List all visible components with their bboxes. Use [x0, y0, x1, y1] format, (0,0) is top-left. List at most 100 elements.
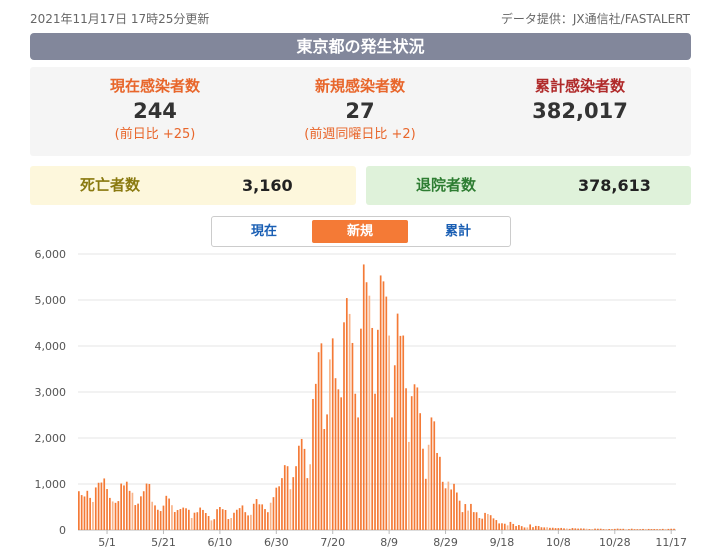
bar — [594, 528, 596, 530]
bar — [495, 520, 498, 530]
bar — [165, 495, 168, 530]
bar — [134, 505, 137, 530]
data-source: データ提供：JX通信社/FASTALERT — [500, 12, 690, 26]
bar — [86, 490, 89, 530]
bar — [385, 296, 388, 530]
y-tick-label: 0 — [59, 524, 66, 537]
bar — [78, 491, 80, 530]
bar — [673, 528, 675, 530]
bar — [137, 503, 139, 530]
bar — [439, 456, 441, 530]
bar — [532, 527, 534, 530]
bar — [303, 448, 306, 530]
bar — [599, 528, 602, 530]
bar — [633, 529, 636, 530]
bar — [244, 512, 247, 530]
x-tick-label: 5/21 — [151, 536, 176, 549]
bar — [478, 518, 481, 530]
bar — [424, 478, 427, 530]
bar — [557, 528, 560, 530]
bar — [512, 523, 515, 530]
bar — [100, 482, 103, 530]
bar — [111, 501, 114, 530]
bar — [230, 518, 233, 530]
bar — [577, 528, 579, 530]
y-tick-label: 5,000 — [35, 294, 67, 307]
bar — [455, 492, 458, 530]
bar — [427, 444, 430, 530]
bar — [591, 529, 594, 530]
bar — [233, 512, 235, 530]
bar — [281, 478, 283, 530]
bar — [185, 508, 187, 530]
bar — [264, 509, 266, 530]
bar — [83, 496, 86, 530]
bar — [453, 483, 455, 530]
bar — [360, 328, 362, 530]
bar — [622, 528, 625, 530]
bar — [145, 483, 148, 530]
bar — [255, 499, 258, 530]
last-updated: 2021年11月17日 17時25分更新 — [30, 12, 210, 26]
bar — [182, 507, 185, 530]
bar — [295, 466, 297, 530]
bar — [551, 527, 554, 530]
bar — [492, 518, 495, 530]
bar — [247, 515, 249, 530]
bar — [410, 396, 413, 530]
recovered-label: 退院者数 — [416, 176, 477, 194]
bar — [275, 487, 278, 530]
bar — [661, 528, 664, 530]
bar — [114, 502, 117, 530]
deaths-value: 3,160 — [242, 176, 293, 195]
x-tick-label: 9/18 — [490, 536, 515, 549]
new-cases-label: 新規感染者数 — [314, 77, 405, 95]
bar — [540, 527, 543, 530]
new-cases-bar-chart: 0 1,000 2,000 3,000 4,000 5,000 6,000 5/1 5/21 6/… — [35, 248, 688, 549]
bar — [523, 527, 526, 530]
bar — [534, 525, 537, 530]
bar — [636, 529, 639, 530]
current-cases-label: 現在感染者数 — [109, 77, 200, 95]
bar — [202, 509, 204, 530]
bar — [537, 526, 540, 530]
bar — [354, 393, 357, 530]
bar — [391, 417, 393, 530]
stats-panel: 現在感染者数 244 (前日比 +25) 新規感染者数 27 (前週同曜日比 +… — [30, 67, 691, 156]
bar — [554, 528, 557, 530]
bar — [628, 529, 630, 530]
bar — [128, 490, 131, 530]
bar — [156, 509, 159, 530]
bar — [664, 529, 667, 530]
bar — [92, 501, 94, 530]
bar — [131, 492, 134, 530]
bar — [329, 359, 331, 530]
bar — [337, 389, 340, 530]
bar — [235, 509, 238, 530]
bar — [151, 501, 154, 530]
current-cases-diff: (前日比 +25) — [114, 127, 196, 142]
bar — [475, 512, 478, 530]
bar — [393, 365, 396, 530]
bar — [123, 485, 125, 530]
bar — [331, 338, 334, 530]
bar — [656, 529, 658, 530]
x-tick-label: 7/20 — [320, 536, 345, 549]
bar — [207, 516, 210, 530]
y-tick-label: 2,000 — [35, 432, 67, 445]
bar — [416, 387, 419, 530]
bar — [464, 504, 467, 530]
x-tick-label: 6/30 — [264, 536, 289, 549]
x-tick-label: 8/9 — [380, 536, 398, 549]
bar — [94, 487, 97, 530]
bar — [526, 527, 529, 530]
bar — [377, 329, 379, 530]
bar — [252, 503, 255, 530]
bar — [309, 464, 311, 530]
bar — [227, 519, 230, 530]
bar — [241, 505, 244, 530]
bar — [560, 527, 563, 530]
bar — [224, 509, 227, 530]
bar — [458, 500, 461, 530]
bar — [179, 509, 182, 530]
